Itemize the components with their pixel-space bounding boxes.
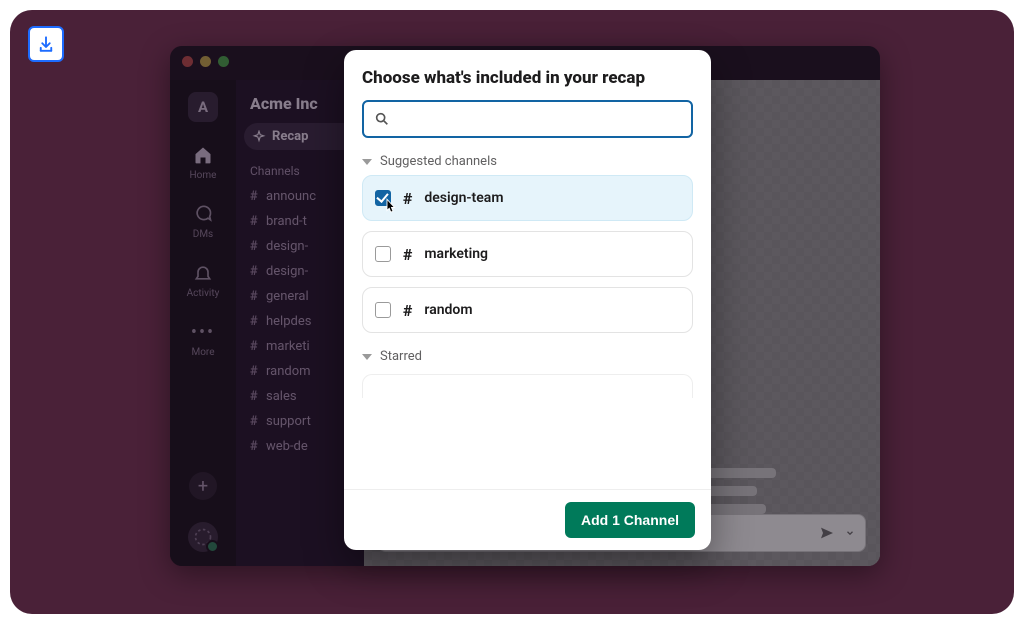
hash-icon: # — [403, 301, 412, 320]
channel-search-field[interactable] — [398, 111, 681, 127]
search-icon — [374, 111, 390, 127]
channel-row[interactable]: # marketing — [362, 231, 693, 277]
channel-row-peek — [362, 374, 693, 398]
section-label: Starred — [380, 349, 422, 364]
channel-name: marketing — [424, 246, 488, 262]
modal-title: Choose what's included in your recap — [344, 50, 711, 100]
hash-icon: # — [403, 189, 412, 208]
channel-name: random — [424, 302, 472, 318]
channel-row[interactable]: # random — [362, 287, 693, 333]
add-channels-button[interactable]: Add 1 Channel — [565, 502, 695, 538]
section-label: Suggested channels — [380, 154, 497, 169]
section-header-suggested[interactable]: Suggested channels — [344, 148, 711, 175]
channel-checkbox[interactable] — [375, 302, 391, 318]
caret-down-icon — [362, 354, 372, 360]
channel-checkbox[interactable] — [375, 246, 391, 262]
channel-row[interactable]: # design-team — [362, 175, 693, 221]
recap-channel-picker-modal: Choose what's included in your recap Sug… — [344, 50, 711, 550]
outer-frame: A Home DMs Activity ••• More + — [10, 10, 1014, 614]
download-icon — [37, 35, 55, 53]
channel-checkbox[interactable] — [375, 190, 391, 206]
hash-icon: # — [403, 245, 412, 264]
section-header-starred[interactable]: Starred — [344, 343, 711, 370]
caret-down-icon — [362, 159, 372, 165]
channel-name: design-team — [424, 190, 503, 206]
suggested-channel-list: # design-team # marketing # random — [344, 175, 711, 333]
download-badge[interactable] — [28, 26, 64, 62]
channel-search-input[interactable] — [362, 100, 693, 138]
modal-footer: Add 1 Channel — [344, 489, 711, 550]
